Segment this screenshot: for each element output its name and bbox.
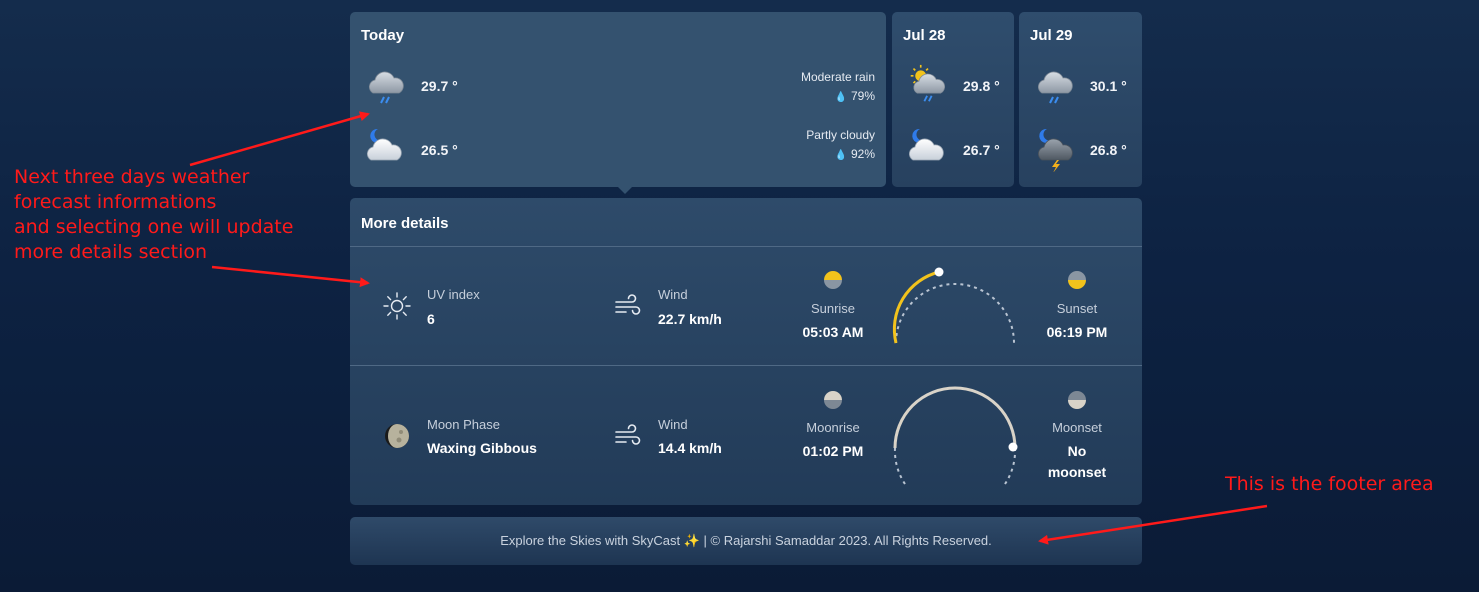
annotation-line: forecast informations xyxy=(14,191,217,213)
rain-cloud-icon xyxy=(369,71,404,104)
wind-icon xyxy=(615,294,641,315)
sunset-label: Sunset xyxy=(1056,301,1098,316)
forecast-card-title: Jul 29 xyxy=(1030,27,1073,44)
wind-label: Wind xyxy=(658,287,688,302)
moonset-label: Moonset xyxy=(1052,420,1102,435)
sunset-icon xyxy=(1068,271,1086,289)
today-day-humidity: 💧 79% xyxy=(835,89,875,103)
moonrise-icon xyxy=(824,391,842,409)
wind-value: 22.7 km/h xyxy=(658,311,722,327)
sun-outline-icon xyxy=(383,292,411,320)
annotation-line: and selecting one will update xyxy=(14,216,294,238)
moonset-value-line-1: No xyxy=(1067,443,1087,459)
humidity-value: 92% xyxy=(850,147,875,161)
divider xyxy=(350,365,1142,366)
moon-phase-icon xyxy=(385,424,409,448)
water-drop-icon: 💧 xyxy=(834,92,847,103)
sun-arc-graphic xyxy=(892,267,1015,344)
sunrise-icon xyxy=(824,271,842,289)
wind-icon xyxy=(615,424,641,445)
moon-cloud-icon xyxy=(909,128,944,161)
day-1-night-temp: 26.7 ° xyxy=(963,142,1000,158)
wind-value: 14.4 km/h xyxy=(658,440,722,456)
moon-arc-graphic xyxy=(893,386,1018,485)
water-drop-icon: 💧 xyxy=(834,150,847,161)
today-day-condition: Moderate rain xyxy=(800,70,875,84)
arrow-to-forecast xyxy=(189,111,370,167)
today-night-condition: Partly cloudy xyxy=(806,128,875,142)
moonset-icon xyxy=(1068,391,1086,409)
rain-cloud-icon xyxy=(1038,71,1073,104)
arrow-to-details xyxy=(211,265,370,288)
day-2-night-temp: 26.8 ° xyxy=(1090,142,1127,158)
annotation-line: Next three days weather xyxy=(14,166,250,188)
forecast-card-day-2[interactable]: Jul 29 30.1 ° 26.8 ° xyxy=(1019,12,1142,187)
moonset-value-line-2: moonset xyxy=(1047,464,1107,480)
uv-index-value: 6 xyxy=(427,311,435,327)
footer-text: Explore the Skies with SkyCast ✨ | © Raj… xyxy=(500,533,992,548)
day-1-day-temp: 29.8 ° xyxy=(963,78,1000,94)
sunrise-value: 05:03 AM xyxy=(802,324,864,340)
moon-thunder-icon xyxy=(1038,128,1073,172)
forecast-card-title: Jul 28 xyxy=(903,27,946,44)
sunrise-label: Sunrise xyxy=(810,301,856,316)
forecast-card-day-1[interactable]: Jul 28 29.8 ° 26.7 ° xyxy=(892,12,1014,187)
today-night-temp: 26.5 ° xyxy=(421,142,458,158)
moon-cloud-icon xyxy=(367,128,402,161)
today-day-temp: 29.7 ° xyxy=(421,78,458,94)
sun-rain-cloud-icon xyxy=(910,64,946,102)
sunset-value: 06:19 PM xyxy=(1046,324,1108,340)
moon-phase-label: Moon Phase xyxy=(427,417,500,432)
humidity-value: 79% xyxy=(850,89,875,103)
footer: Explore the Skies with SkyCast ✨ | © Raj… xyxy=(350,517,1142,565)
day-2-day-temp: 30.1 ° xyxy=(1090,78,1127,94)
annotation-line: more details section xyxy=(14,241,208,263)
more-details-panel: More details UV index 6 Wind 22.7 km/h S… xyxy=(350,198,1142,505)
divider xyxy=(350,246,1142,247)
footer-annotation: This is the footer area xyxy=(1225,473,1434,495)
moonrise-label: Moonrise xyxy=(806,420,860,435)
moon-phase-value: Waxing Gibbous xyxy=(427,440,537,456)
today-night-humidity: 💧 92% xyxy=(835,147,875,161)
moonrise-value: 01:02 PM xyxy=(802,443,864,459)
forecast-annotation: Next three days weather forecast informa… xyxy=(14,165,293,265)
uv-index-label: UV index xyxy=(427,287,480,302)
forecast-card-today[interactable]: Today 29.7 ° 26.5 ° Moderate rain 💧 79% P… xyxy=(350,12,886,194)
forecast-card-title: Today xyxy=(361,27,405,44)
wind-label: Wind xyxy=(658,417,688,432)
more-details-title: More details xyxy=(361,215,449,232)
